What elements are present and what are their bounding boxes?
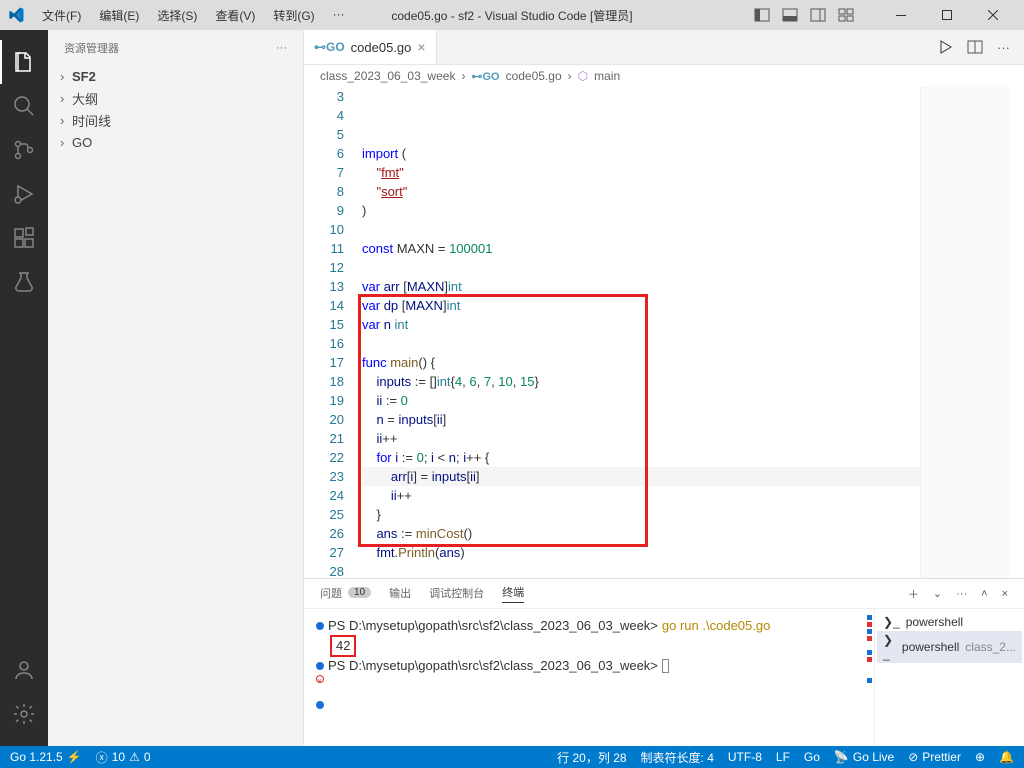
menu-edit[interactable]: 编辑(E) [91,3,147,28]
panel-tab-debug[interactable]: 调试控制台 [429,585,484,603]
activity-bar [0,30,48,746]
tab-bar: ⊷GO code05.go × ··· [304,30,1024,65]
status-eol[interactable]: LF [776,750,790,764]
menu-file[interactable]: 文件(F) [34,3,89,28]
maximize-button[interactable] [924,0,970,30]
terminal-icon: ❯_ [883,615,900,629]
terminal-icon: ❯_ [883,633,896,661]
status-feedback-icon[interactable]: ⊕ [975,750,985,764]
annotation-result-box: 42 [330,635,356,657]
terminal-entry-1[interactable]: ❯_powershell [877,613,1022,631]
go-file-icon: ⊷GO [314,40,345,54]
panel-tab-terminal[interactable]: 终端 [502,584,524,603]
minimap[interactable] [920,87,1010,578]
split-editor-icon[interactable] [967,39,983,55]
activity-account-icon[interactable] [0,648,48,692]
terminal-split-dropdown-icon[interactable]: ⌄ [933,587,942,600]
activity-debug-icon[interactable] [0,172,48,216]
layout-custom-icon[interactable] [838,7,854,23]
status-go-live[interactable]: 📡Go Live [834,750,894,764]
menu-selection[interactable]: 选择(S) [149,3,205,28]
menu-bar: 文件(F) 编辑(E) 选择(S) 查看(V) 转到(G) ··· [34,3,353,28]
status-go-version[interactable]: Go 1.21.5⚡ [10,750,82,764]
panel-tab-problems[interactable]: 问题10 [320,585,371,603]
symbol-icon: ⬡ [578,69,588,83]
status-indentation[interactable]: 制表符长度: 4 [641,749,714,766]
minimize-button[interactable] [878,0,924,30]
go-file-icon: ⊷GO [471,70,499,83]
editor-more-icon[interactable]: ··· [997,40,1010,55]
terminal-overview-ruler [864,609,874,746]
panel-more-icon[interactable]: ··· [956,588,967,600]
window-title: code05.go - sf2 - Visual Studio Code [管理… [391,7,632,24]
tab-code05[interactable]: ⊷GO code05.go × [304,30,437,64]
sidebar-section-sf2[interactable]: ›SF2 [48,65,303,87]
sidebar-section-go[interactable]: ›GO [48,131,303,153]
titlebar: 文件(F) 编辑(E) 选择(S) 查看(V) 转到(G) ··· code05… [0,0,1024,30]
status-bar: Go 1.21.5⚡ ⓧ10⚠0 行 20，列 28 制表符长度: 4 UTF-… [0,746,1024,768]
activity-source-control-icon[interactable] [0,128,48,172]
layout-sidebar-left-icon[interactable] [754,7,770,23]
menu-go[interactable]: 转到(G) [265,3,322,28]
activity-search-icon[interactable] [0,84,48,128]
activity-explorer-icon[interactable] [0,40,48,84]
sidebar-section-timeline[interactable]: ›时间线 [48,109,303,131]
status-notifications-icon[interactable]: 🔔 [999,750,1014,764]
code-editor[interactable]: 3456789101112131415161718192021222324252… [304,87,1024,578]
terminal-list: ❯_powershell ❯_powershell class_2... [874,609,1024,746]
status-prettier[interactable]: ⊘Prettier [908,750,961,764]
editor-pane: ⊷GO code05.go × ··· class_2023_06_03_wee… [304,30,1024,746]
tab-close-icon[interactable]: × [417,39,425,55]
menu-view[interactable]: 查看(V) [207,3,263,28]
sidebar-more-icon[interactable]: ··· [276,42,287,54]
layout-panel-icon[interactable] [782,7,798,23]
activity-settings-icon[interactable] [0,692,48,736]
status-cursor[interactable]: 行 20，列 28 [557,749,626,766]
terminal-entry-2[interactable]: ❯_powershell class_2... [877,631,1022,663]
menu-more[interactable]: ··· [325,3,353,28]
new-terminal-icon[interactable]: ＋ [908,586,919,602]
terminal[interactable]: PS D:\mysetup\gopath\src\sf2\class_2023_… [304,609,864,746]
status-encoding[interactable]: UTF-8 [728,750,762,764]
run-icon[interactable] [937,39,953,55]
breadcrumbs[interactable]: class_2023_06_03_week› ⊷GOcode05.go› ⬡ma… [304,65,1024,87]
vscode-logo-icon [8,7,24,23]
layout-sidebar-right-icon[interactable] [810,7,826,23]
explorer-sidebar: 资源管理器 ··· ›SF2 ›大纲 ›时间线 ›GO [48,30,304,746]
panel-maximize-icon[interactable]: ˄ [981,588,987,600]
activity-extensions-icon[interactable] [0,216,48,260]
activity-testing-icon[interactable] [0,260,48,304]
sidebar-section-outline[interactable]: ›大纲 [48,87,303,109]
status-language[interactable]: Go [804,750,820,764]
close-button[interactable] [970,0,1016,30]
sidebar-title: 资源管理器 [64,40,119,56]
panel-tab-output[interactable]: 输出 [389,585,411,603]
status-problems[interactable]: ⓧ10⚠0 [96,749,151,766]
bottom-panel: 问题10 输出 调试控制台 终端 ＋ ⌄ ··· ˄ × PS D:\myset… [304,578,1024,746]
panel-close-icon[interactable]: × [1002,588,1008,600]
tab-label: code05.go [351,40,412,55]
